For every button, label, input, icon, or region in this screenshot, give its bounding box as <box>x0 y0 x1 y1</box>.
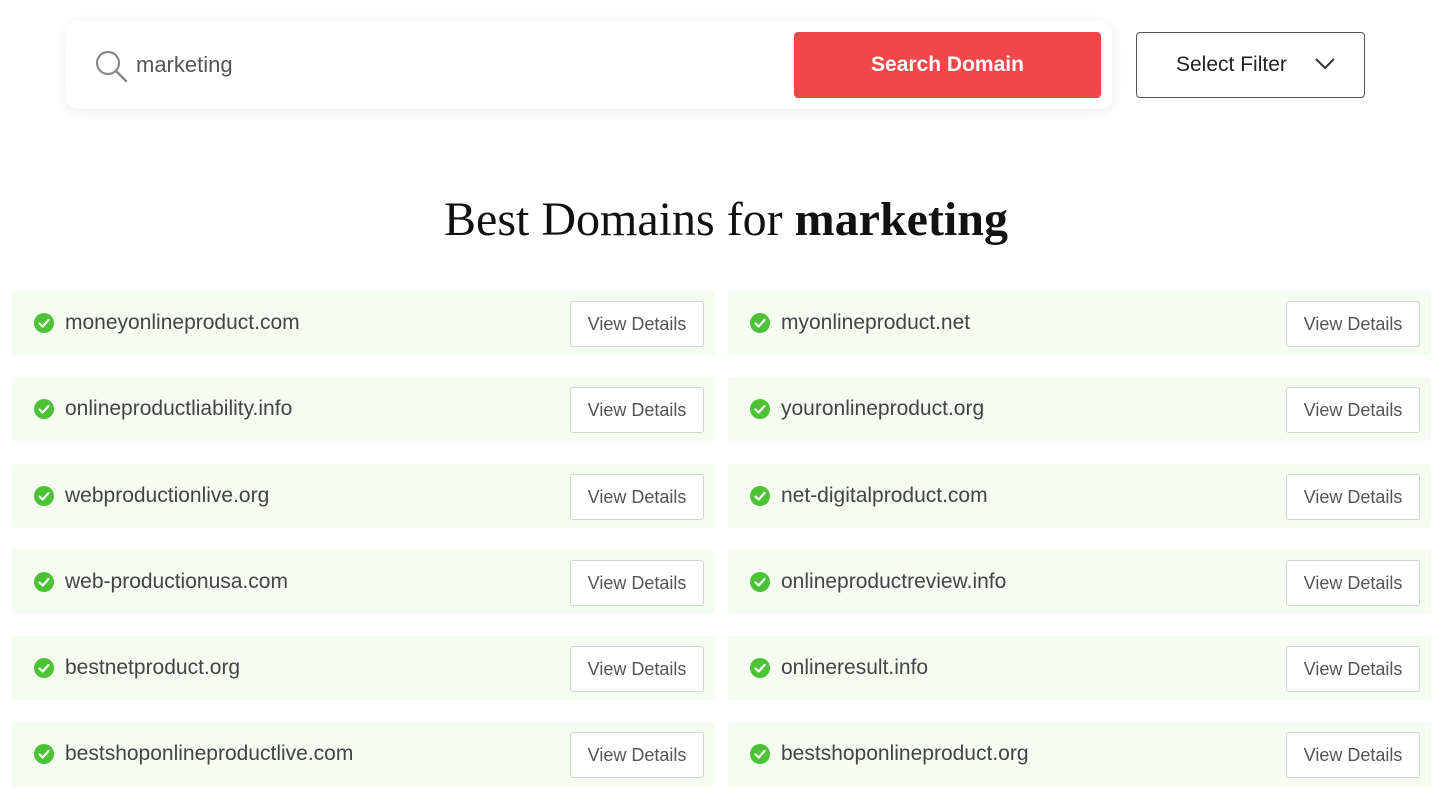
chevron-down-icon <box>1315 58 1335 70</box>
domain-result-row: myonlineproduct.net View Details <box>728 291 1431 355</box>
check-circle-icon <box>34 486 54 506</box>
domain-result-row: onlineproductliability.info View Details <box>12 377 715 441</box>
select-filter-label: Select Filter <box>1176 53 1287 76</box>
domain-name: bestshoponlineproduct.org <box>781 742 1029 765</box>
domain-result-row: bestshoponlineproduct.org View Details <box>728 722 1431 786</box>
domain-result-row: moneyonlineproduct.com View Details <box>12 291 715 355</box>
domain-name: myonlineproduct.net <box>781 311 971 334</box>
view-details-button[interactable]: View Details <box>570 474 704 520</box>
view-details-button[interactable]: View Details <box>1286 301 1420 347</box>
search-domain-button[interactable]: Search Domain <box>794 32 1101 98</box>
domain-name: onlineproductreview.info <box>781 570 1007 593</box>
search-input[interactable] <box>136 45 776 85</box>
check-circle-icon <box>750 744 770 764</box>
view-details-button[interactable]: View Details <box>1286 387 1420 433</box>
domain-name: net-digitalproduct.com <box>781 484 988 507</box>
domain-name: moneyonlineproduct.com <box>65 311 300 334</box>
domain-result-row: bestshoponlineproductlive.com View Detail… <box>12 722 715 786</box>
check-circle-icon <box>750 399 770 419</box>
check-circle-icon <box>750 313 770 333</box>
view-details-button[interactable]: View Details <box>570 387 704 433</box>
search-icon <box>95 50 128 83</box>
view-details-button[interactable]: View Details <box>1286 732 1420 778</box>
view-details-button[interactable]: View Details <box>1286 474 1420 520</box>
page-title-keyword: marketing <box>794 193 1008 246</box>
check-circle-icon <box>750 486 770 506</box>
page-title: Best Domains for marketing <box>0 192 1452 247</box>
domain-name: bestshoponlineproductlive.com <box>65 742 354 765</box>
check-circle-icon <box>34 658 54 678</box>
domain-result-row: onlineresult.info View Details <box>728 636 1431 700</box>
view-details-button[interactable]: View Details <box>570 646 704 692</box>
domain-name: onlineproductliability.info <box>65 397 293 420</box>
domain-result-row: bestnetproduct.org View Details <box>12 636 715 700</box>
view-details-button[interactable]: View Details <box>570 732 704 778</box>
domain-result-row: web-productionusa.com View Details <box>12 550 715 614</box>
check-circle-icon <box>34 313 54 333</box>
view-details-button[interactable]: View Details <box>570 301 704 347</box>
check-circle-icon <box>34 744 54 764</box>
domain-name: webproductionlive.org <box>65 484 270 507</box>
domain-result-row: webproductionlive.org View Details <box>12 464 715 528</box>
check-circle-icon <box>750 572 770 592</box>
page-title-prefix: Best Domains for <box>444 193 795 246</box>
check-circle-icon <box>750 658 770 678</box>
domain-result-row: onlineproductreview.info View Details <box>728 550 1431 614</box>
view-details-button[interactable]: View Details <box>1286 560 1420 606</box>
view-details-button[interactable]: View Details <box>1286 646 1420 692</box>
view-details-button[interactable]: View Details <box>570 560 704 606</box>
domain-result-row: youronlineproduct.org View Details <box>728 377 1431 441</box>
domain-result-row: net-digitalproduct.com View Details <box>728 464 1431 528</box>
check-circle-icon <box>34 399 54 419</box>
domain-name: onlineresult.info <box>781 656 929 679</box>
search-bar: Search Domain <box>66 21 1112 109</box>
check-circle-icon <box>34 572 54 592</box>
domain-name: youronlineproduct.org <box>781 397 985 420</box>
domain-name: web-productionusa.com <box>65 570 288 593</box>
select-filter-dropdown[interactable]: Select Filter <box>1136 32 1365 98</box>
domain-name: bestnetproduct.org <box>65 656 241 679</box>
